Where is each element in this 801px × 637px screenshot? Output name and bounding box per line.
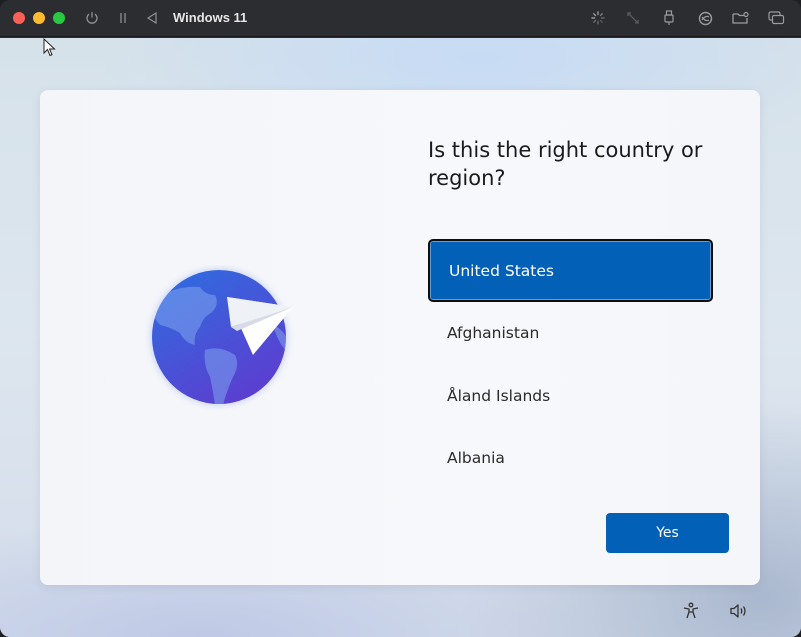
country-option[interactable]: Åland Islands [428, 365, 713, 428]
titlebar: Windows 11 [0, 0, 801, 37]
power-icon[interactable] [83, 9, 101, 27]
vm-window: Windows 11 Is this the right country or … [0, 0, 801, 637]
window-title: Windows 11 [173, 10, 248, 25]
loading-icon[interactable] [589, 9, 607, 27]
yes-button[interactable]: Yes [606, 513, 729, 553]
volume-icon[interactable] [729, 601, 749, 621]
country-option[interactable]: Albania [428, 427, 713, 490]
accessibility-icon[interactable] [681, 601, 701, 621]
country-option[interactable]: Afghanistan [428, 302, 713, 365]
vm-display: Is this the right country or region? Uni… [0, 38, 801, 637]
resize-icon[interactable] [624, 9, 642, 27]
oobe-card: Is this the right country or region? Uni… [40, 90, 760, 585]
usb-icon[interactable] [660, 9, 678, 27]
pause-icon[interactable] [114, 9, 132, 27]
page-heading: Is this the right country or region? [428, 138, 703, 190]
back-icon[interactable] [143, 9, 161, 27]
country-option-selected[interactable]: United States [428, 239, 713, 302]
windows-icon[interactable] [767, 9, 785, 27]
globe-illustration [145, 265, 305, 410]
zoom-window-button[interactable] [53, 12, 65, 24]
country-list[interactable]: United States Afghanistan Åland Islands … [428, 239, 713, 490]
minimize-window-button[interactable] [33, 12, 45, 24]
network-icon[interactable] [696, 9, 714, 27]
close-window-button[interactable] [13, 12, 25, 24]
mouse-cursor [43, 37, 57, 63]
shared-folder-icon[interactable] [731, 9, 749, 27]
